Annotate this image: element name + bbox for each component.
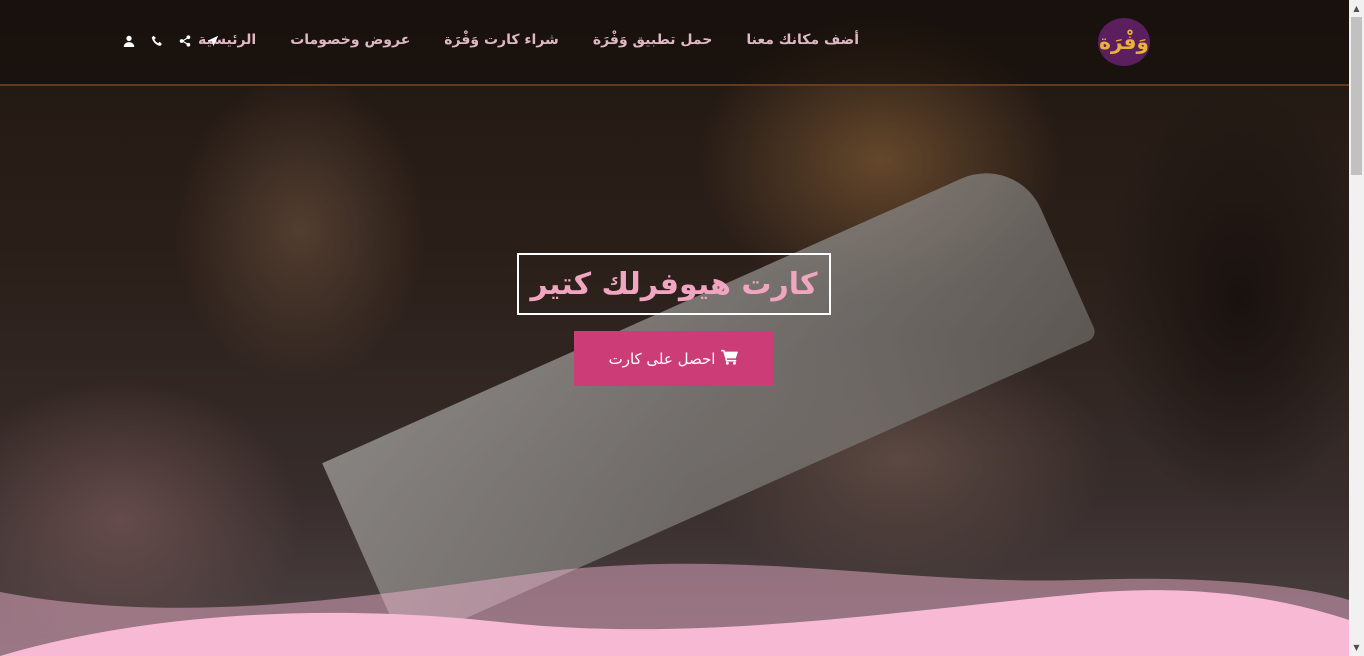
get-card-label: احصل على كارت <box>608 349 716 368</box>
navbar: وَفْرَة الرئيسية عروض وخصومات شراء كارت … <box>0 0 1349 86</box>
scroll-up-arrow[interactable]: ▲ <box>1349 0 1364 17</box>
cart-icon <box>721 349 739 369</box>
get-card-button[interactable]: احصل على كارت <box>574 331 774 386</box>
share-icon[interactable] <box>178 34 192 48</box>
nav-item-download-app[interactable]: حمل تطبيق وَفْرَة <box>593 32 713 48</box>
brand-logo-text: وَفْرَة <box>1099 30 1149 54</box>
location-arrow-icon[interactable] <box>206 34 220 48</box>
user-icon[interactable] <box>122 34 136 48</box>
nav-item-add-place[interactable]: أضف مكانك معنا <box>746 32 859 48</box>
brand-logo[interactable]: وَفْرَة <box>1098 18 1150 66</box>
hero-wave-divider <box>0 563 1349 656</box>
scroll-down-arrow[interactable]: ▼ <box>1349 639 1364 656</box>
nav-links: الرئيسية عروض وخصومات شراء كارت وَفْرَة … <box>198 32 859 48</box>
hero-overlay <box>0 0 1349 656</box>
hero-headline-box: كارت هيوفرلك كتير <box>517 253 831 315</box>
nav-item-buy-card[interactable]: شراء كارت وَفْرَة <box>444 32 559 48</box>
scrollbar-thumb[interactable] <box>1351 17 1362 175</box>
nav-icon-group <box>122 34 220 48</box>
hero-headline: كارت هيوفرلك كتير <box>530 266 818 302</box>
phone-icon[interactable] <box>150 34 164 48</box>
nav-item-offers[interactable]: عروض وخصومات <box>290 32 410 48</box>
